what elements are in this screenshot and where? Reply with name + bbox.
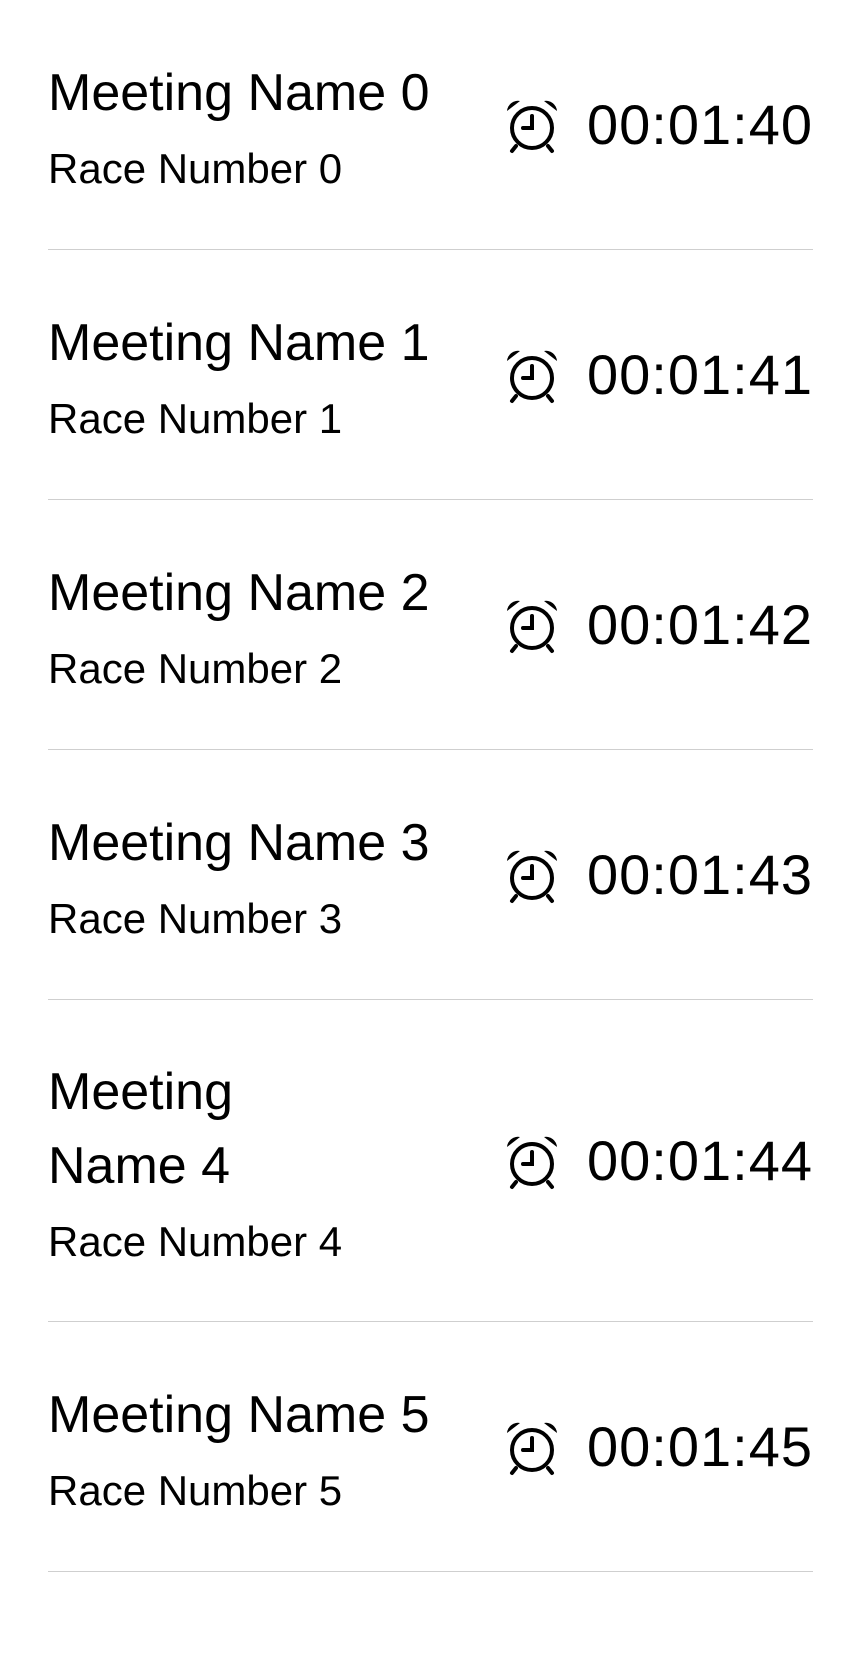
countdown-group: 00:01:42 — [503, 592, 813, 656]
list-item[interactable]: Meeting Name 1 Race Number 1 00:01:41 — [48, 250, 813, 500]
list-item[interactable]: Meeting Name 3 Race Number 3 00:01:43 — [48, 750, 813, 1000]
race-list[interactable]: Meeting Name 0 Race Number 0 00:01:40 Me… — [0, 0, 856, 1572]
race-info: Meeting Name 1 Race Number 1 — [48, 306, 483, 444]
alarm-clock-icon — [503, 346, 561, 404]
countdown-group: 00:01:40 — [503, 92, 813, 156]
countdown-timer: 00:01:41 — [587, 342, 813, 406]
alarm-clock-icon — [503, 96, 561, 154]
race-info: Meeting Name 3 Race Number 3 — [48, 806, 483, 944]
race-number: Race Number 1 — [48, 394, 343, 442]
list-item[interactable]: Meeting Name 0 Race Number 0 00:01:40 — [48, 0, 813, 250]
countdown-timer: 00:01:42 — [587, 592, 813, 656]
countdown-timer: 00:01:40 — [587, 92, 813, 156]
alarm-clock-icon — [503, 1418, 561, 1476]
countdown-group: 00:01:45 — [503, 1414, 813, 1478]
meeting-name: Meeting Name 0 — [48, 63, 430, 122]
race-number: Race Number 0 — [48, 144, 343, 192]
alarm-clock-icon — [503, 596, 561, 654]
race-number: Race Number 2 — [48, 644, 343, 692]
race-info: Meeting Name 2 Race Number 2 — [48, 556, 483, 694]
countdown-group: 00:01:43 — [503, 842, 813, 906]
list-item[interactable]: Meeting Name 5 Race Number 5 00:01:45 — [48, 1322, 813, 1572]
meeting-name: Meeting Name 2 — [48, 563, 430, 622]
meeting-name: Meeting Name 3 — [48, 813, 430, 872]
race-number: Race Number 4 — [48, 1217, 343, 1265]
meeting-name: Meeting Name 5 — [48, 1385, 430, 1444]
race-number: Race Number 5 — [48, 1466, 343, 1514]
meeting-name: Meeting Name 1 — [48, 313, 430, 372]
countdown-group: 00:01:44 — [503, 1128, 813, 1192]
race-info: Meeting Name 5 Race Number 5 — [48, 1378, 483, 1516]
countdown-timer: 00:01:45 — [587, 1414, 813, 1478]
countdown-group: 00:01:41 — [503, 342, 813, 406]
list-item[interactable]: Meeting Name 4 Race Number 4 00:01:44 — [48, 1000, 813, 1322]
race-number: Race Number 3 — [48, 894, 343, 942]
countdown-timer: 00:01:44 — [587, 1128, 813, 1192]
alarm-clock-icon — [503, 846, 561, 904]
alarm-clock-icon — [503, 1132, 561, 1190]
meeting-name: Meeting Name 4 — [48, 1062, 233, 1195]
list-item[interactable]: Meeting Name 2 Race Number 2 00:01:42 — [48, 500, 813, 750]
countdown-timer: 00:01:43 — [587, 842, 813, 906]
race-info: Meeting Name 4 Race Number 4 — [48, 1055, 483, 1267]
race-info: Meeting Name 0 Race Number 0 — [48, 56, 483, 194]
